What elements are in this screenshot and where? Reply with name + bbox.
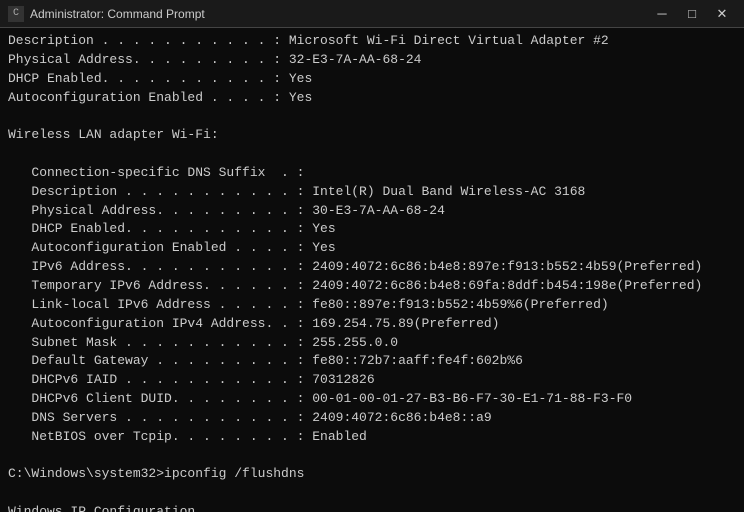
maximize-button[interactable]: □ bbox=[678, 3, 706, 25]
window: C Administrator: Command Prompt ─ □ ✕ De… bbox=[0, 0, 744, 512]
close-button[interactable]: ✕ bbox=[708, 3, 736, 25]
console-output: Description . . . . . . . . . . . : Micr… bbox=[0, 28, 744, 512]
cmd-icon: C bbox=[8, 6, 24, 22]
title-bar-left: C Administrator: Command Prompt bbox=[8, 6, 205, 22]
title-bar-controls: ─ □ ✕ bbox=[648, 3, 736, 25]
minimize-button[interactable]: ─ bbox=[648, 3, 676, 25]
window-title: Administrator: Command Prompt bbox=[30, 7, 205, 21]
title-bar: C Administrator: Command Prompt ─ □ ✕ bbox=[0, 0, 744, 28]
